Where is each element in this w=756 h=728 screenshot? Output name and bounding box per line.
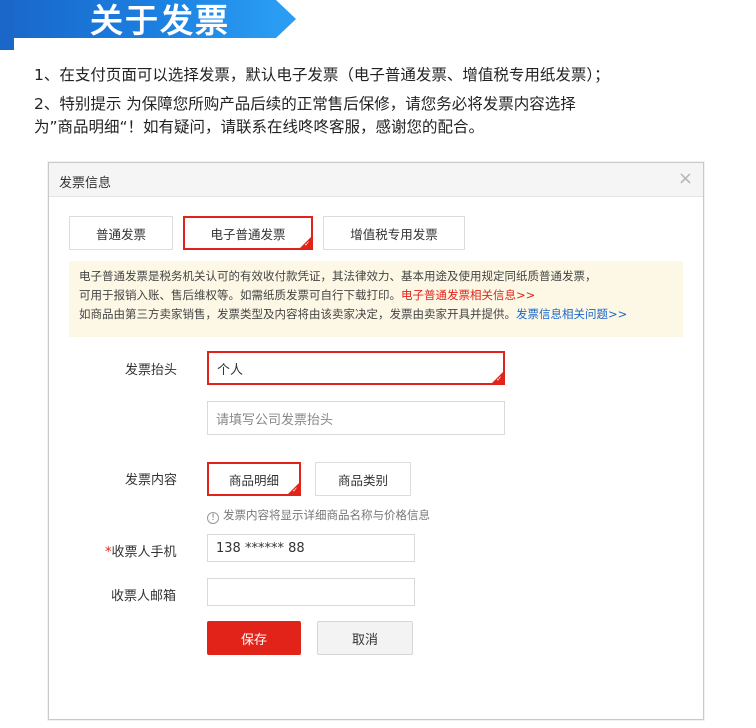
tab-label: 普通发票: [95, 226, 146, 242]
content-option-item-details[interactable]: 商品明细 ✓: [207, 462, 301, 496]
invoice-header-label: 发票抬头: [125, 363, 178, 378]
content-hint: ! 发票内容将显示详细商品名称与价格信息: [207, 507, 430, 524]
check-icon: ✓: [292, 486, 298, 494]
company-header-input[interactable]: 请填写公司发票抬头: [207, 401, 505, 435]
dialog-title: 发票信息: [59, 176, 112, 191]
header-banner: 关于发票: [0, 0, 300, 50]
intro-line-3: 为”商品明细“！如有疑问，请联系在线咚咚客服，感谢您的配合。: [34, 118, 485, 136]
content-option-item-category[interactable]: 商品类别: [315, 462, 411, 496]
option-label: 商品类别: [337, 472, 388, 488]
email-label: 收票人邮箱: [111, 589, 177, 604]
phone-input[interactable]: 138 ****** 88: [207, 534, 415, 562]
intro-line-1: 1、在支付页面可以选择发票，默认电子发票（电子普通发票、增值税专用纸发票）；: [34, 66, 610, 84]
tab-regular-invoice[interactable]: 普通发票: [69, 216, 173, 250]
check-icon: ✓: [496, 375, 502, 383]
tab-vat-invoice[interactable]: 增值税专用发票: [323, 216, 465, 250]
tab-label: 增值税专用发票: [350, 226, 438, 242]
notice-text: 可用于报销入账、售后维权等。如需纸质发票可自行下载打印。: [79, 288, 401, 302]
banner-arrow: [276, 0, 296, 38]
tab-label: 电子普通发票: [210, 226, 286, 242]
hint-text: 发票内容将显示详细商品名称与价格信息: [223, 508, 430, 522]
email-input[interactable]: [207, 578, 415, 606]
tab-electronic-invoice[interactable]: 电子普通发票 ✓: [183, 216, 313, 250]
invoice-faq-link[interactable]: 发票信息相关问题>>: [516, 307, 627, 321]
e-invoice-info-link[interactable]: 电子普通发票相关信息>>: [401, 288, 535, 302]
invoice-header-personal-option[interactable]: 个人 ✓: [207, 351, 505, 385]
banner-title: 关于发票: [90, 1, 230, 40]
save-button[interactable]: 保存: [207, 621, 301, 655]
field-value: 个人: [217, 362, 244, 378]
check-icon: ✓: [304, 240, 310, 248]
phone-label: *收票人手机: [105, 541, 177, 560]
notice-line-2: 可用于报销入账、售后维权等。如需纸质发票可自行下载打印。电子普通发票相关信息>>: [79, 286, 673, 305]
intro-line-2: 2、特别提示 为保障您所购产品后续的正常售后保修，请您务必将发票内容选择: [34, 95, 576, 113]
invoice-dialog: 发票信息 × 普通发票 电子普通发票 ✓ 增值税专用发票 电子普通发票是税务机关…: [48, 162, 704, 720]
invoice-content-label: 发票内容: [125, 473, 178, 488]
option-label: 商品明细: [228, 472, 279, 488]
close-icon[interactable]: ×: [678, 169, 693, 189]
banner-stripe: [0, 0, 14, 50]
notice-line-1: 电子普通发票是税务机关认可的有效收付款凭证，其法律效力、基本用途及使用规定同纸质…: [79, 269, 597, 283]
cancel-button[interactable]: 取消: [317, 621, 413, 655]
field-value: 138 ****** 88: [216, 540, 305, 556]
invoice-notice: 电子普通发票是税务机关认可的有效收付款凭证，其法律效力、基本用途及使用规定同纸质…: [69, 261, 683, 337]
info-icon: !: [207, 512, 219, 524]
placeholder-text: 请填写公司发票抬头: [216, 412, 334, 428]
notice-text: 如商品由第三方卖家销售，发票类型及内容将由该卖家决定，发票由卖家开具并提供。: [79, 307, 516, 321]
notice-line-3: 如商品由第三方卖家销售，发票类型及内容将由该卖家决定，发票由卖家开具并提供。发票…: [79, 305, 673, 324]
phone-label-text: 收票人手机: [111, 545, 177, 560]
dialog-header: 发票信息 ×: [49, 163, 703, 197]
